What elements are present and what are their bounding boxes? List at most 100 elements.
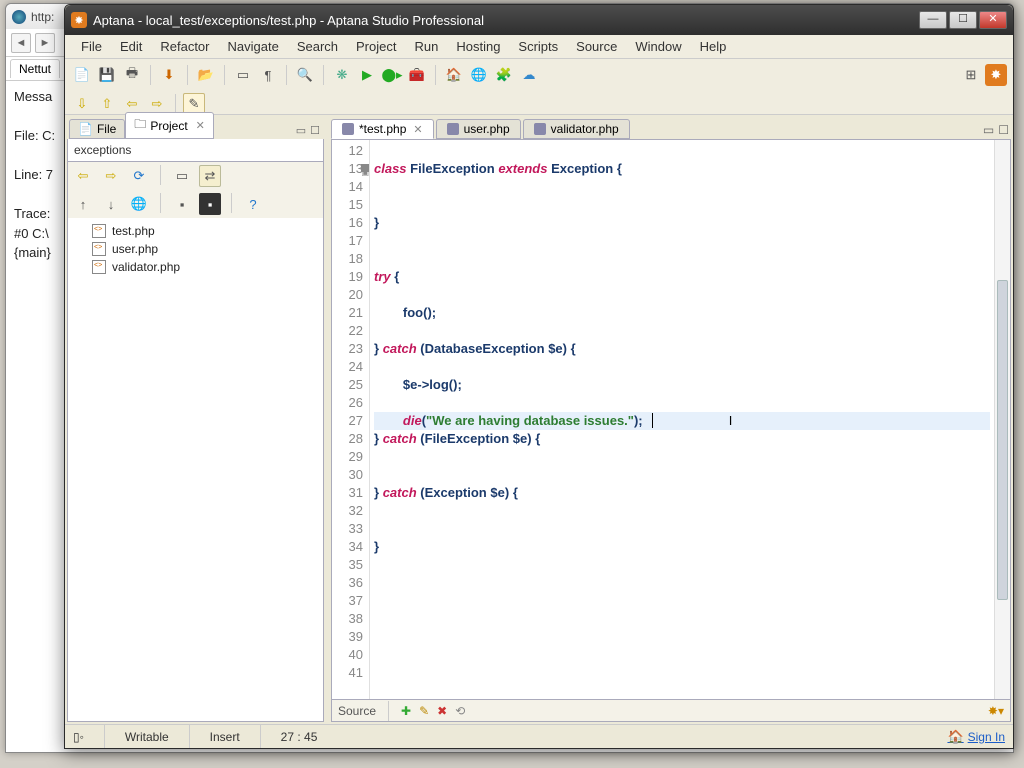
external-tools-icon[interactable]: 🧰 (406, 64, 428, 86)
editor-minimize-icon[interactable]: ▭ (983, 123, 994, 137)
world-icon[interactable]: 🌐 (468, 64, 490, 86)
menu-run[interactable]: Run (406, 37, 446, 56)
menu-file[interactable]: File (73, 37, 110, 56)
bg-url-text: http: (31, 10, 54, 24)
console-icon[interactable]: ▪ (199, 193, 221, 215)
new-icon[interactable]: 📄 (71, 64, 93, 86)
menu-hosting[interactable]: Hosting (448, 37, 508, 56)
menu-project[interactable]: Project (348, 37, 404, 56)
editor-bottom-tabs: Source ✚ ✎ ✖ ⟲ ✸▾ (331, 700, 1011, 722)
menu-window[interactable]: Window (627, 37, 689, 56)
menu-search[interactable]: Search (289, 37, 346, 56)
edit-icon[interactable]: ✎ (419, 704, 429, 718)
down-icon[interactable]: ↓ (100, 193, 122, 215)
save-icon[interactable]: 💾 (96, 64, 118, 86)
menu-help[interactable]: Help (692, 37, 735, 56)
perspective-open-icon[interactable]: ⊞ (960, 64, 982, 86)
status-icon: ▯◦ (73, 730, 104, 744)
editor-tab[interactable]: *test.php✕ (331, 119, 434, 139)
link-editor-icon[interactable]: ⇄ (199, 165, 221, 187)
refresh-icon[interactable]: ⟳ (128, 165, 150, 187)
ide-title-text: Aptana - local_test/exceptions/test.php … (93, 13, 484, 28)
scrollbar-thumb[interactable] (997, 280, 1008, 600)
vertical-scrollbar[interactable] (994, 140, 1010, 699)
nav-back-tree-icon[interactable]: ⇦ (72, 165, 94, 187)
forward-icon[interactable]: ► (35, 33, 55, 53)
php-icon (342, 123, 354, 135)
back-icon[interactable]: ◄ (11, 33, 31, 53)
delete-icon[interactable]: ✖ (437, 704, 447, 718)
debug-icon[interactable]: ⬇ (158, 64, 180, 86)
shift-up-icon[interactable]: ⇧ (96, 93, 118, 115)
code-content[interactable]: class FileException extends Exception { … (370, 140, 994, 699)
ide-titlebar[interactable]: ✸ Aptana - local_test/exceptions/test.ph… (65, 5, 1013, 35)
bug-icon[interactable]: ❋ (331, 64, 353, 86)
house-icon: 🏠 (947, 729, 963, 745)
nav-fwd-tree-icon[interactable]: ⇨ (100, 165, 122, 187)
globe-tree-icon[interactable]: 🌐 (128, 193, 150, 215)
editor-maximize-icon[interactable]: ☐ (998, 123, 1009, 137)
status-cursor-pos: 27 : 45 (260, 725, 338, 748)
home-icon[interactable]: 🏠 (443, 64, 465, 86)
maximize-button[interactable]: ☐ (949, 11, 977, 29)
php-file-icon (92, 242, 106, 256)
minimize-view-icon[interactable]: ▭ (294, 122, 308, 139)
run-icon[interactable]: ▶ (356, 64, 378, 86)
open-type-icon[interactable]: 📂 (195, 64, 217, 86)
tree-item[interactable]: test.php (68, 222, 323, 240)
terminal-icon[interactable]: ▪ (171, 193, 193, 215)
bg-browser-tab[interactable]: Nettut (10, 59, 60, 78)
project-name-label: exceptions (67, 139, 324, 162)
editor-tabstrip: *test.php✕user.phpvalidator.php ▭ ☐ (331, 117, 1011, 139)
close-tab-icon[interactable]: ✕ (196, 119, 205, 132)
file-tab[interactable]: 📄 File (69, 119, 125, 139)
project-toolbar: ⇦ ⇨ ⟳ ▭ ⇄ (67, 162, 324, 190)
menu-source[interactable]: Source (568, 37, 625, 56)
file-tree[interactable]: test.phpuser.phpvalidator.php (67, 218, 324, 722)
php-file-icon (92, 260, 106, 274)
search-icon[interactable]: 🔍 (294, 64, 316, 86)
puzzle-icon[interactable]: 🧩 (493, 64, 515, 86)
task-icon[interactable]: ▭ (232, 64, 254, 86)
collapse-all-icon[interactable]: ▭ (171, 165, 193, 187)
status-writable: Writable (104, 725, 189, 748)
code-editor[interactable]: 1213▣14151617181920212223242526272829303… (331, 139, 1011, 700)
print-icon[interactable]: 🖶 (121, 64, 143, 86)
profile-icon[interactable]: ⬤▸ (381, 64, 403, 86)
editor-area: *test.php✕user.phpvalidator.php ▭ ☐ 1213… (331, 117, 1011, 722)
source-tab[interactable]: Source (338, 704, 376, 718)
tree-item[interactable]: validator.php (68, 258, 323, 276)
signin-link[interactable]: 🏠 Sign In (947, 729, 1005, 745)
statusbar: ▯◦ Writable Insert 27 : 45 🏠 Sign In (65, 724, 1013, 748)
menu-scripts[interactable]: Scripts (510, 37, 566, 56)
tree-item[interactable]: user.php (68, 240, 323, 258)
main-toolbar: 📄 💾 🖶 ⬇ 📂 ▭ ¶ 🔍 ❋ ▶ ⬤▸ 🧰 🏠 🌐 🧩 ☁ ⊞ ✸ (65, 59, 1013, 115)
close-tab-icon[interactable]: ✕ (413, 123, 422, 136)
pilcrow-icon[interactable]: ¶ (257, 64, 279, 86)
globe-icon (12, 10, 26, 24)
project-tab[interactable]: 🗀 Project ✕ (125, 112, 214, 139)
cloud-icon[interactable]: ☁ (518, 64, 540, 86)
gear-menu-icon[interactable]: ✸▾ (988, 704, 1004, 718)
add-icon[interactable]: ✚ (401, 704, 411, 718)
aptana-gear-icon: ✸ (71, 12, 87, 28)
shift-down-icon[interactable]: ⇩ (71, 93, 93, 115)
maximize-view-icon[interactable]: ☐ (308, 122, 322, 139)
up-icon[interactable]: ↑ (72, 193, 94, 215)
php-icon (447, 123, 459, 135)
menu-refactor[interactable]: Refactor (152, 37, 217, 56)
project-explorer-view: 📄 File 🗀 Project ✕ ▭ ☐ exceptions ⇦ ⇨ ⟳ … (67, 117, 327, 722)
line-gutter: 1213▣14151617181920212223242526272829303… (332, 140, 370, 699)
editor-tab[interactable]: validator.php (523, 119, 630, 139)
perspective-gear-icon[interactable]: ✸ (985, 64, 1007, 86)
project-icon: 🗀 (134, 115, 146, 136)
sync-icon[interactable]: ⟲ (455, 704, 465, 718)
php-file-icon (92, 224, 106, 238)
editor-tab[interactable]: user.php (436, 119, 521, 139)
file-icon: 📄 (78, 122, 93, 136)
minimize-button[interactable]: — (919, 11, 947, 29)
help-icon[interactable]: ? (242, 193, 264, 215)
menu-edit[interactable]: Edit (112, 37, 150, 56)
close-button[interactable]: ✕ (979, 11, 1007, 29)
menu-navigate[interactable]: Navigate (220, 37, 287, 56)
